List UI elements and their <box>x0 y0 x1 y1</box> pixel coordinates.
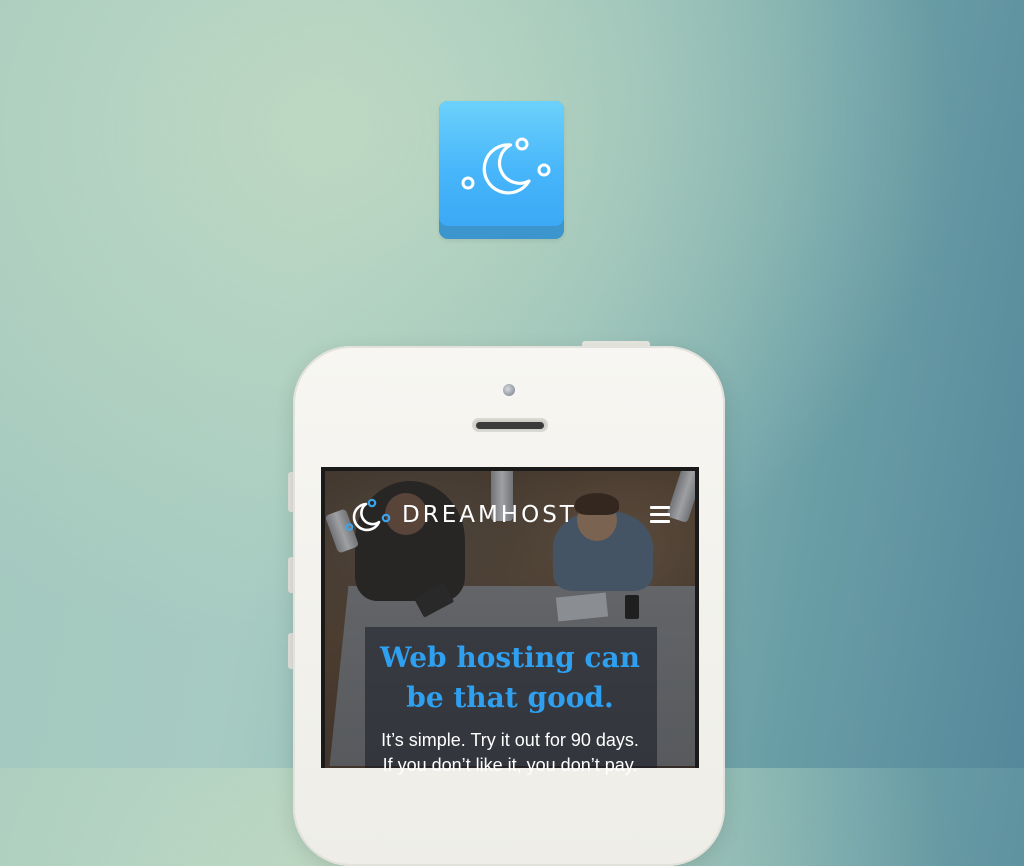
hero-subtitle-line: It’s simple. Try it out for 90 days. <box>381 730 639 750</box>
dreamhost-app-icon[interactable] <box>439 101 564 239</box>
moon-stars-icon <box>346 498 391 532</box>
hero-subtitle-line: If you don’t like it, you don’t pay. <box>382 755 638 775</box>
hero-title-line: be that good. <box>406 681 614 714</box>
hero-subtitle: It’s simple. Try it out for 90 days. If … <box>340 728 680 778</box>
earpiece-speaker <box>472 418 548 432</box>
menu-bar <box>650 513 670 516</box>
menu-bar <box>650 520 670 523</box>
hero-title: Web hosting can be that good. <box>340 638 680 718</box>
brand-name: DREAMHOST <box>402 502 577 528</box>
front-camera <box>503 384 515 396</box>
hamburger-menu-icon[interactable] <box>650 506 670 523</box>
hero-title-line: Web hosting can <box>380 641 640 674</box>
menu-bar <box>650 506 670 509</box>
moon-stars-icon <box>461 137 551 195</box>
site-logo[interactable]: DREAMHOST <box>346 496 577 534</box>
